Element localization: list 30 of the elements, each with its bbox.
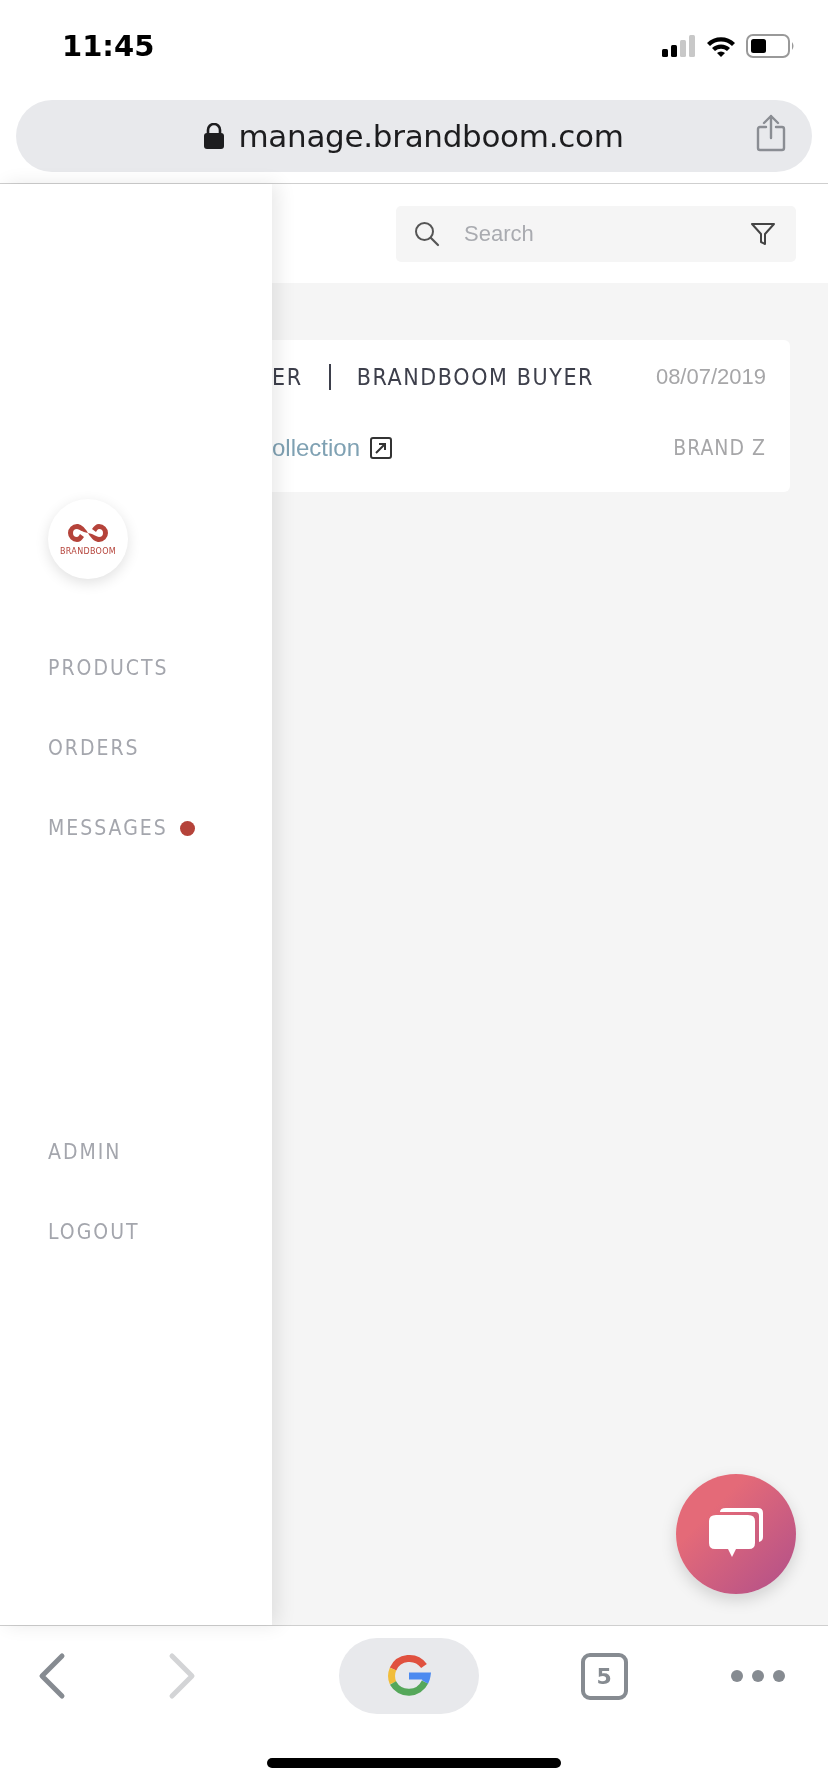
battery-icon xyxy=(746,34,796,58)
brand-logo[interactable]: BRANDBOOM xyxy=(48,499,128,579)
logo-icon xyxy=(68,522,108,544)
url-text: manage.brandboom.com xyxy=(238,118,624,154)
logo-text: BRANDBOOM xyxy=(60,547,116,556)
search-field[interactable]: Search xyxy=(396,205,796,262)
order-card[interactable]: ER BRANDBOOM BUYER 08/07/2019 ollection BRAND Z xyxy=(272,340,790,492)
tabs-button[interactable]: 5 xyxy=(580,1652,628,1700)
external-link-icon[interactable] xyxy=(370,437,393,459)
wifi-icon xyxy=(706,35,736,57)
buyer-name: ER xyxy=(272,364,303,390)
brand-name: BRAND Z xyxy=(673,436,766,460)
address-bar[interactable]: manage.brandboom.com xyxy=(16,100,812,172)
collection-link[interactable]: ollection xyxy=(272,434,361,462)
nav-link[interactable]: ORDERS xyxy=(48,735,140,761)
nav-link[interactable]: MESSAGES xyxy=(48,815,195,841)
buyer-name: BRANDBOOM BUYER xyxy=(356,364,595,390)
order-date: 08/07/2019 xyxy=(655,364,766,390)
g-logo-icon xyxy=(386,1654,431,1698)
nav-link[interactable]: LOGOUT xyxy=(48,1219,140,1245)
filter-icon[interactable] xyxy=(750,220,776,247)
share-icon[interactable] xyxy=(756,114,786,152)
back-icon[interactable] xyxy=(38,1652,66,1700)
search-icon xyxy=(414,220,440,247)
signal-icon xyxy=(662,34,696,58)
lock-icon xyxy=(204,123,225,149)
nav-link[interactable]: PRODUCTS xyxy=(48,655,169,681)
status-time: 11:45 xyxy=(62,29,155,63)
more-icon[interactable] xyxy=(730,1669,786,1683)
nav-link[interactable]: ADMIN xyxy=(48,1139,122,1165)
